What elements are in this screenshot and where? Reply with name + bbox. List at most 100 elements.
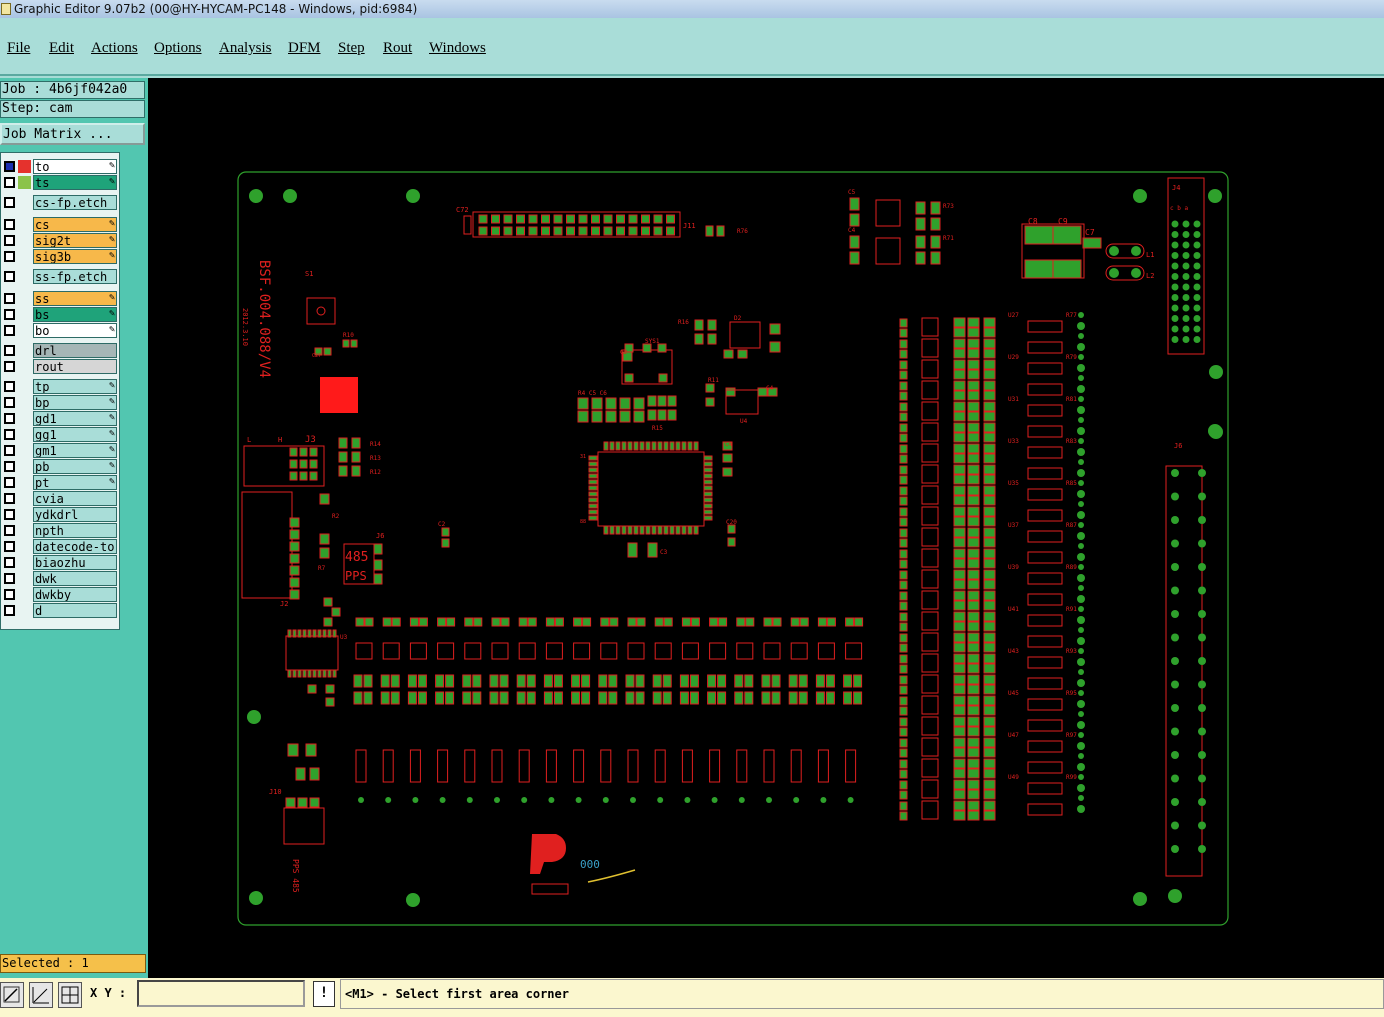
layer-name[interactable]: sig3b: [33, 249, 117, 264]
layer-row-ts[interactable]: ts ✎: [1, 175, 118, 190]
menu-step[interactable]: Step: [338, 40, 365, 57]
layer-row-gg1[interactable]: gg1 ✎: [1, 427, 118, 442]
layer-checkbox[interactable]: [4, 397, 15, 408]
layer-row-cs-fp.etch[interactable]: cs-fp.etch: [1, 195, 118, 210]
layer-checkbox[interactable]: [4, 177, 15, 188]
layer-checkbox[interactable]: [4, 161, 15, 172]
layer-name[interactable]: tp: [33, 379, 117, 394]
layer-checkbox[interactable]: [4, 557, 15, 568]
layer-row-cvia[interactable]: cvia: [1, 491, 118, 506]
layer-checkbox[interactable]: [4, 251, 15, 262]
layer-name[interactable]: dwk: [33, 571, 117, 586]
layer-checkbox[interactable]: [4, 477, 15, 488]
arrow-tool-icon[interactable]: [0, 982, 24, 1008]
layer-checkbox[interactable]: [4, 429, 15, 440]
layer-name[interactable]: cs-fp.etch: [33, 195, 117, 210]
layer-row-ss-fp.etch[interactable]: ss-fp.etch: [1, 269, 118, 284]
layer-name[interactable]: dwkby: [33, 587, 117, 602]
layer-checkbox[interactable]: [4, 493, 15, 504]
layer-row-drl[interactable]: drl: [1, 343, 118, 358]
layer-name[interactable]: to: [33, 159, 117, 174]
layer-checkbox[interactable]: [4, 361, 15, 372]
layer-checkbox[interactable]: [4, 235, 15, 246]
layer-row-cs[interactable]: cs ✎: [1, 217, 118, 232]
affected-layer-icon[interactable]: [18, 176, 31, 189]
menu-options[interactable]: Options: [154, 40, 202, 57]
layer-checkbox[interactable]: [4, 573, 15, 584]
layer-row-gm1[interactable]: gm1 ✎: [1, 443, 118, 458]
menu-rout[interactable]: Rout: [383, 40, 412, 57]
layer-row-tp[interactable]: tp ✎: [1, 379, 118, 394]
layer-name[interactable]: d: [33, 603, 117, 618]
layer-row-dwk[interactable]: dwk: [1, 571, 118, 586]
layer-name[interactable]: sig2t: [33, 233, 117, 248]
layer-name[interactable]: datecode-to: [33, 539, 117, 554]
layer-name[interactable]: ts: [33, 175, 117, 190]
layer-checkbox[interactable]: [4, 293, 15, 304]
measure-tool-icon[interactable]: [29, 982, 53, 1008]
layer-checkbox[interactable]: [4, 309, 15, 320]
layer-row-sig3b[interactable]: sig3b ✎: [1, 249, 118, 264]
layer-row-rout[interactable]: rout: [1, 359, 118, 374]
layer-name[interactable]: drl: [33, 343, 117, 358]
layer-row-bp[interactable]: bp ✎: [1, 395, 118, 410]
layer-name[interactable]: ydkdrl: [33, 507, 117, 522]
layer-name[interactable]: bs: [33, 307, 117, 322]
layer-row-gd1[interactable]: gd1 ✎: [1, 411, 118, 426]
layer-name[interactable]: pt: [33, 475, 117, 490]
layer-checkbox[interactable]: [4, 509, 15, 520]
layer-name[interactable]: ss-fp.etch: [33, 269, 117, 284]
layer-name[interactable]: gg1: [33, 427, 117, 442]
layer-name[interactable]: pb: [33, 459, 117, 474]
menu-windows[interactable]: Windows: [429, 40, 486, 57]
layer-name[interactable]: cvia: [33, 491, 117, 506]
layer-checkbox[interactable]: [4, 589, 15, 600]
menu-dfm[interactable]: DFM: [288, 40, 321, 57]
menu-edit[interactable]: Edit: [49, 40, 74, 57]
layer-checkbox[interactable]: [4, 197, 15, 208]
layer-row-pt[interactable]: pt ✎: [1, 475, 118, 490]
layer-row-datecode-to[interactable]: datecode-to: [1, 539, 118, 554]
grid-snap-icon[interactable]: [58, 982, 82, 1008]
layer-row-bo[interactable]: bo ✎: [1, 323, 118, 338]
layer-name[interactable]: rout: [33, 359, 117, 374]
layer-row-biaozhu[interactable]: biaozhu: [1, 555, 118, 570]
layer-row-bs[interactable]: bs ✎: [1, 307, 118, 322]
menu-actions[interactable]: Actions: [91, 40, 138, 57]
layer-row-to[interactable]: to ✎: [1, 159, 118, 174]
layer-name[interactable]: bo: [33, 323, 117, 338]
layer-row-d[interactable]: d: [1, 603, 118, 618]
warning-icon[interactable]: !: [313, 981, 335, 1007]
layer-row-npth[interactable]: npth: [1, 523, 118, 538]
layer-name[interactable]: bp: [33, 395, 117, 410]
layer-row-sig2t[interactable]: sig2t ✎: [1, 233, 118, 248]
work-layer-icon[interactable]: [18, 160, 31, 173]
job-matrix-button[interactable]: Job Matrix ...: [0, 123, 145, 145]
layer-checkbox[interactable]: [4, 345, 15, 356]
layer-row-pb[interactable]: pb ✎: [1, 459, 118, 474]
layer-name[interactable]: biaozhu: [33, 555, 117, 570]
layer-checkbox[interactable]: [4, 413, 15, 424]
layer-checkbox[interactable]: [4, 445, 15, 456]
layer-checkbox[interactable]: [4, 271, 15, 282]
layer-checkbox[interactable]: [4, 381, 15, 392]
layer-name[interactable]: cs: [33, 217, 117, 232]
layer-checkbox[interactable]: [4, 525, 15, 536]
menu-file[interactable]: File: [7, 40, 30, 57]
layer-name[interactable]: gm1: [33, 443, 117, 458]
layer-checkbox[interactable]: [4, 541, 15, 552]
layer-row-dwkby[interactable]: dwkby: [1, 587, 118, 602]
graphic-canvas[interactable]: C72 J11 R76 BSF.004.088/V4 2012.3.10 S1 C27 R10…: [148, 78, 1384, 978]
pcb-board-view[interactable]: C72 J11 R76 BSF.004.088/V4 2012.3.10 S1 C27 R10…: [148, 78, 1384, 978]
layer-checkbox[interactable]: [4, 461, 15, 472]
layer-checkbox[interactable]: [4, 219, 15, 230]
layer-name[interactable]: npth: [33, 523, 117, 538]
xy-input[interactable]: [137, 980, 305, 1007]
layer-row-ss[interactable]: ss ✎: [1, 291, 118, 306]
layer-checkbox[interactable]: [4, 605, 15, 616]
layer-checkbox[interactable]: [4, 325, 15, 336]
menu-analysis[interactable]: Analysis: [219, 40, 272, 57]
layer-name[interactable]: gd1: [33, 411, 117, 426]
layer-name[interactable]: ss: [33, 291, 117, 306]
layer-row-ydkdrl[interactable]: ydkdrl: [1, 507, 118, 522]
